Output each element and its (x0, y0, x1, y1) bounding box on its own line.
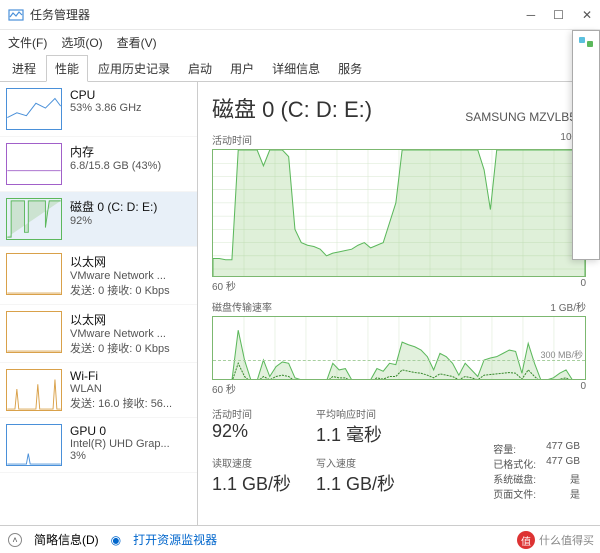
resmon-icon: ◉ (111, 533, 121, 547)
panel-title: 磁盘 0 (C: D: E:) (212, 92, 372, 124)
graph1-xmin: 60 秒 (212, 278, 236, 293)
info-pagefile-label: 页面文件: (493, 486, 536, 501)
stat-read-value: 1.1 GB/秒 (212, 470, 292, 496)
side-sub: 53% 3.86 GHz (70, 102, 191, 114)
info-sysdisk-label: 系统磁盘: (493, 471, 536, 486)
graph1-label: 活动时间 (212, 132, 252, 147)
open-resmon-link[interactable]: 打开资源监视器 (133, 531, 217, 548)
stat-write-value: 1.1 GB/秒 (316, 470, 396, 496)
sidebar-item-eth0[interactable]: 以太网VMware Network ...发送: 0 接收: 0 Kbps (0, 247, 197, 305)
info-capacity-label: 容量: (493, 441, 516, 456)
side-sub: VMware Network ... (70, 270, 191, 282)
thumb-wifi (6, 369, 62, 411)
graph2-dashed-label: 300 MB/秒 (540, 348, 583, 361)
watermark: 值 什么值得买 (517, 531, 594, 549)
minimize-button[interactable]: ─ (527, 8, 536, 22)
menu-view[interactable]: 查看(V) (117, 34, 157, 51)
tab-4[interactable]: 用户 (222, 56, 262, 81)
sidebar-item-wifi[interactable]: Wi-FiWLAN发送: 16.0 接收: 56... (0, 363, 197, 418)
titlebar: 任务管理器 ─ ☐ ✕ (0, 0, 600, 30)
stat-read-label: 读取速度 (212, 455, 292, 470)
stat-resp-value: 1.1 毫秒 (316, 421, 396, 447)
activity-graph (212, 149, 586, 277)
sidebar-item-eth1[interactable]: 以太网VMware Network ...发送: 0 接收: 0 Kbps (0, 305, 197, 363)
tab-0[interactable]: 进程 (4, 56, 44, 81)
thumb-gpu0 (6, 424, 62, 466)
sidebar-item-gpu0[interactable]: GPU 0Intel(R) UHD Grap...3% (0, 418, 197, 473)
side-sub: WLAN (70, 383, 191, 395)
side-title: 以太网 (70, 253, 191, 270)
info-capacity-value: 477 GB (546, 441, 580, 456)
main-panel: 磁盘 0 (C: D: E:) SAMSUNG MZVLB5... 活动时间10… (198, 82, 600, 525)
watermark-text: 什么值得买 (539, 532, 594, 548)
graph2-label: 磁盘传输速率 (212, 299, 272, 314)
menu-file[interactable]: 文件(F) (8, 34, 47, 51)
tab-2[interactable]: 应用历史记录 (90, 56, 178, 81)
tab-5[interactable]: 详细信息 (264, 56, 328, 81)
info-sysdisk-value: 是 (570, 471, 580, 486)
sidebar-item-memory[interactable]: 内存6.8/15.8 GB (43%) (0, 137, 197, 192)
side-sub: 6.8/15.8 GB (43%) (70, 160, 191, 172)
watermark-icon: 值 (517, 531, 535, 549)
tabbar: 进程性能应用历史记录启动用户详细信息服务 (0, 54, 600, 82)
window-title: 任务管理器 (30, 6, 527, 23)
info-formatted-label: 已格式化: (493, 456, 536, 471)
side-sub2: 发送: 0 接收: 0 Kbps (70, 282, 191, 298)
graph2-xmax: 0 (580, 381, 586, 396)
side-sub2: 3% (70, 450, 191, 462)
thumb-memory (6, 143, 62, 185)
disk-model: SAMSUNG MZVLB5... (465, 110, 586, 124)
thumb-disk0 (6, 198, 62, 240)
thumb-eth1 (6, 311, 62, 353)
sidebar-item-cpu[interactable]: CPU53% 3.86 GHz (0, 82, 197, 137)
transfer-graph: 300 MB/秒 (212, 316, 586, 380)
app-icon (8, 7, 24, 23)
tab-6[interactable]: 服务 (330, 56, 370, 81)
graph2-xmin: 60 秒 (212, 381, 236, 396)
fewer-details-link[interactable]: 简略信息(D) (34, 531, 99, 548)
sidebar-item-disk0[interactable]: 磁盘 0 (C: D: E:)92% (0, 192, 197, 247)
side-sub: VMware Network ... (70, 328, 191, 340)
stat-write-label: 写入速度 (316, 455, 396, 470)
side-title: 内存 (70, 143, 191, 160)
side-sub: 92% (70, 215, 191, 227)
side-sub: Intel(R) UHD Grap... (70, 438, 191, 450)
menubar: 文件(F) 选项(O) 查看(V) (0, 30, 600, 54)
stat-active-label: 活动时间 (212, 406, 292, 421)
side-title: 以太网 (70, 311, 191, 328)
sidebar[interactable]: CPU53% 3.86 GHz内存6.8/15.8 GB (43%)磁盘 0 (… (0, 82, 198, 525)
thumb-eth0 (6, 253, 62, 295)
info-formatted-value: 477 GB (546, 456, 580, 471)
tab-3[interactable]: 启动 (180, 56, 220, 81)
side-title: 磁盘 0 (C: D: E:) (70, 198, 191, 215)
close-button[interactable]: ✕ (582, 8, 592, 22)
info-pagefile-value: 是 (570, 486, 580, 501)
maximize-button[interactable]: ☐ (553, 8, 564, 22)
side-sub2: 发送: 16.0 接收: 56... (70, 395, 191, 411)
graph2-max: 1 GB/秒 (550, 299, 586, 314)
tab-1[interactable]: 性能 (46, 55, 88, 82)
side-title: CPU (70, 88, 191, 102)
stat-resp-label: 平均响应时间 (316, 406, 396, 421)
thumb-cpu (6, 88, 62, 130)
stat-active-value: 92% (212, 421, 292, 442)
disk-info-table: 容量: 477 GB 已格式化: 477 GB 系统磁盘: 是 页面文件: 是 (493, 441, 580, 501)
graph1-xmax: 0 (580, 278, 586, 293)
overlay-icon (579, 37, 593, 47)
overlay-window[interactable] (572, 30, 600, 260)
collapse-icon[interactable]: ˄ (8, 533, 22, 547)
footer: ˄ 简略信息(D) ◉ 打开资源监视器 (0, 525, 600, 553)
side-title: GPU 0 (70, 424, 191, 438)
menu-options[interactable]: 选项(O) (61, 34, 102, 51)
side-sub2: 发送: 0 接收: 0 Kbps (70, 340, 191, 356)
side-title: Wi-Fi (70, 369, 191, 383)
